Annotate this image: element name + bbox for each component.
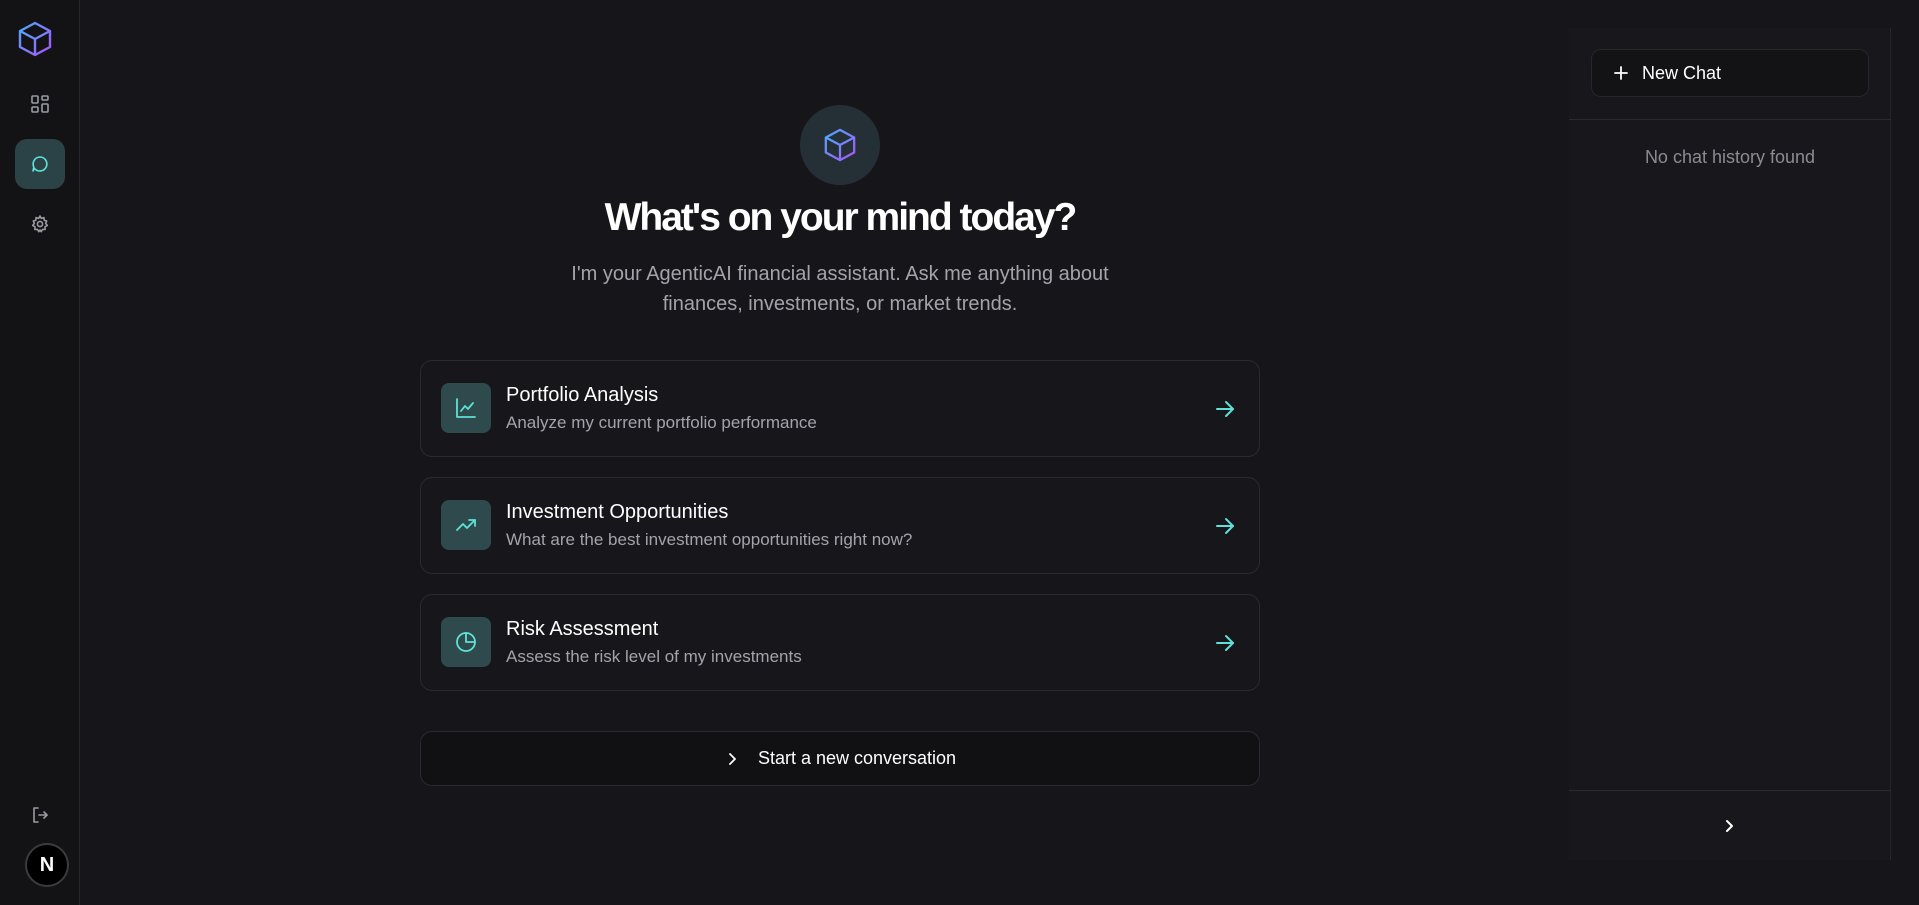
cube-logo-icon <box>824 128 856 162</box>
page-title: What's on your mind today? <box>604 196 1078 239</box>
cube-logo-icon[interactable] <box>17 20 53 58</box>
new-chat-label: New Chat <box>1642 62 1722 83</box>
suggestion-card-portfolio-analysis[interactable]: Portfolio Analysis Analyze my current po… <box>420 360 1260 457</box>
new-chat-button[interactable]: New Chat <box>1591 49 1869 97</box>
gear-icon <box>31 215 49 233</box>
suggestion-description: Analyze my current portfolio performance <box>506 413 817 432</box>
left-nav-rail: N <box>0 0 80 905</box>
avatar-letter: N <box>39 853 55 876</box>
suggestion-title: Investment Opportunities <box>506 501 729 523</box>
app: N What's on your mind today? I'm your Ag… <box>0 0 1919 905</box>
hero-logo <box>800 105 880 185</box>
divider <box>1569 119 1891 120</box>
rail-chat-button[interactable] <box>15 139 65 189</box>
suggestion-icon-box <box>441 383 491 433</box>
suggestion-title: Risk Assessment <box>506 618 659 640</box>
suggestion-card-investment-opportunities[interactable]: Investment Opportunities What are the be… <box>420 477 1260 574</box>
chat-bubble-icon <box>32 156 48 172</box>
arrow-right-icon <box>1216 635 1234 651</box>
suggestion-description: Assess the risk level of my investments <box>506 647 802 666</box>
start-new-conversation-label: Start a new conversation <box>757 748 957 768</box>
suggestion-title: Portfolio Analysis <box>506 384 659 406</box>
suggestion-description: What are the best investment opportuniti… <box>506 530 913 549</box>
chat-history-panel: New Chat No chat history found <box>1569 28 1891 860</box>
empty-history-text: No chat history found <box>1644 147 1816 167</box>
logout-button[interactable] <box>15 790 65 840</box>
arrow-right-icon <box>1216 518 1234 534</box>
user-avatar[interactable]: N <box>25 843 69 887</box>
rail-settings-button[interactable] <box>15 199 65 249</box>
trending-up-icon <box>456 519 476 531</box>
arrow-right-icon <box>1216 401 1234 417</box>
start-new-conversation-button[interactable]: Start a new conversation <box>420 731 1260 786</box>
logout-icon <box>33 807 48 823</box>
divider <box>1569 790 1891 791</box>
line-chart-icon <box>456 398 476 418</box>
rail-dashboard-button[interactable] <box>15 79 65 129</box>
chevron-right-icon[interactable] <box>1717 814 1741 838</box>
suggestion-card-risk-assessment[interactable]: Risk Assessment Assess the risk level of… <box>420 594 1260 691</box>
pie-chart-icon <box>456 632 476 652</box>
suggestion-icon-box <box>441 617 491 667</box>
plus-icon <box>1614 66 1628 80</box>
grid-icon <box>31 95 49 113</box>
chevron-right-icon <box>729 752 736 765</box>
page-subtitle: I'm your AgenticAI financial assistant. … <box>571 263 1109 315</box>
suggestion-icon-box <box>441 500 491 550</box>
